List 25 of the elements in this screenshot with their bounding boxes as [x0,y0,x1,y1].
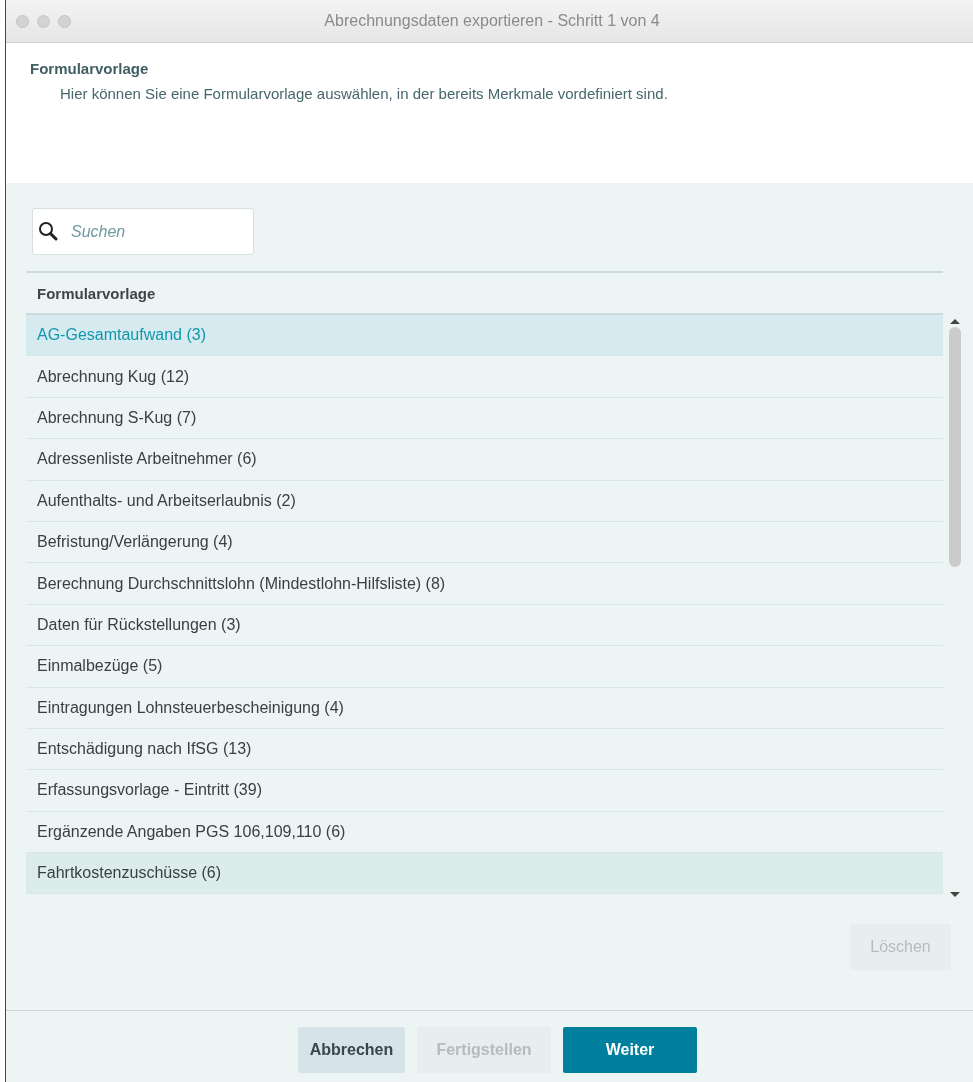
list-row[interactable]: Erfassungsvorlage - Eintritt (39) [26,770,943,812]
list-row[interactable]: Adressenliste Arbeitnehmer (6) [26,439,943,481]
next-button[interactable]: Weiter [563,1027,697,1073]
scroll-down-arrow-icon[interactable] [950,892,960,897]
window-minimize-button[interactable] [37,14,50,28]
column-header: Formularvorlage [37,284,156,302]
list-row[interactable]: Aufenthalts- und Arbeitserlaubnis (2) [26,480,943,522]
list-row[interactable]: Eintragungen Lohnsteuerbescheinigung (4) [26,687,943,729]
list-row[interactable]: Abrechnung S-Kug (7) [26,397,943,440]
scrollbar-thumb[interactable] [949,327,961,567]
list-row[interactable]: Berechnung Durchschnittslohn (Mindestlohn-Hilfsliste) (8) [26,563,943,605]
search-field[interactable]: Suchen [32,208,254,255]
list-row[interactable]: Abrechnung Kug (12) [26,356,943,398]
list-row[interactable]: Einmalbezüge (5) [26,646,943,688]
dialog-button[interactable]: Abbrechen [298,1027,405,1073]
list-row[interactable]: Entschädigung nach IfSG (13) [26,728,943,771]
section-description: Hier können Sie eine Formularvorlage auswählen, in der bereits Merkmale vordefiniert sind. [60,85,668,102]
list-row[interactable]: Fahrtkostenzuschüsse (6) [26,853,943,895]
list-row[interactable]: Befristung/Verlängerung (4) [26,521,943,564]
section-title: Formularvorlage [30,60,150,77]
list-row[interactable]: Daten für Rückstellungen (3) [26,604,943,647]
window-close-button[interactable] [16,14,29,28]
window-title: Abrechnungsdaten exportieren - Schritt 1 von 4 [323,12,661,30]
window-zoom-button[interactable] [58,14,71,28]
search-icon [38,221,58,241]
